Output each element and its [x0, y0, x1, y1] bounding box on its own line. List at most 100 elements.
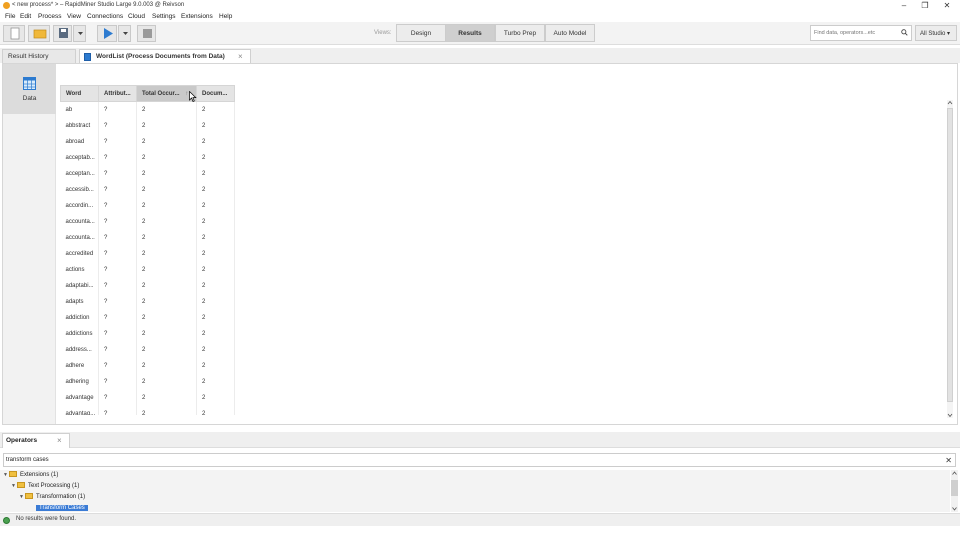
table-row[interactable]: adhere? 2 2	[60, 357, 235, 374]
tree-node-text-processing[interactable]: ▼ Text Processing (1)	[11, 481, 79, 492]
column-header-total-occurrences[interactable]: Total Occur... ↑	[136, 85, 197, 102]
table-row[interactable]: acceptab...? 2 2	[60, 149, 235, 166]
cell-document-occurrences: 2	[196, 213, 235, 230]
scroll-up-icon[interactable]	[947, 100, 953, 106]
stop-icon	[143, 29, 152, 38]
chevron-down-icon	[123, 32, 128, 35]
close-tab-icon[interactable]: ×	[57, 434, 62, 448]
menu-connections[interactable]: Connections	[87, 13, 123, 20]
menu-settings[interactable]: Settings	[152, 13, 176, 20]
menu-help[interactable]: Help	[219, 13, 232, 20]
scrollbar-thumb[interactable]	[951, 480, 958, 496]
save-process-button[interactable]	[53, 25, 72, 42]
tab-result-history[interactable]: Result History	[2, 49, 76, 63]
tree-node-transformation[interactable]: ▼ Transformation (1)	[19, 492, 85, 503]
table-row[interactable]: accordin...? 2 2	[60, 197, 235, 214]
minimize-button[interactable]: –	[893, 0, 915, 11]
data-view-button[interactable]: Data	[3, 64, 56, 114]
table-row[interactable]: addictions? 2 2	[60, 325, 235, 342]
tab-wordlist[interactable]: WordList (Process Documents from Data) ×	[79, 49, 251, 63]
table-row[interactable]: acceptan...? 2 2	[60, 165, 235, 182]
run-options-dropdown[interactable]	[118, 25, 131, 42]
cell-document-occurrences: 2	[196, 149, 235, 166]
cell-word: addictions	[60, 325, 99, 342]
table-row[interactable]: address...? 2 2	[60, 341, 235, 358]
cell-word: accounta...	[60, 229, 99, 246]
menu-edit[interactable]: Edit	[20, 13, 31, 20]
table-row[interactable]: advantag...? 2 2	[60, 405, 235, 415]
cell-word: ab	[60, 101, 99, 118]
tree-node-transform-cases[interactable]: Transform Cases	[36, 503, 88, 512]
menu-process[interactable]: Process	[38, 13, 61, 20]
menu-extensions[interactable]: Extensions	[181, 13, 213, 20]
rapidminer-logo-icon	[3, 2, 10, 9]
menu-view[interactable]: View	[67, 13, 81, 20]
column-header-word[interactable]: Word	[60, 85, 99, 102]
operator-search-input[interactable]	[4, 454, 904, 466]
stop-process-button[interactable]	[137, 25, 156, 42]
tree-node-extensions[interactable]: ▼ Extensions (1)	[3, 470, 58, 481]
save-icon	[59, 28, 68, 38]
table-row[interactable]: addiction? 2 2	[60, 309, 235, 326]
cell-total-occurrences: 2	[136, 165, 197, 182]
table-row[interactable]: adapts? 2 2	[60, 293, 235, 310]
cell-word: advantage	[60, 389, 99, 406]
column-header-attribute[interactable]: Attribut...	[98, 85, 137, 102]
cell-document-occurrences: 2	[196, 389, 235, 406]
cell-word: advantag...	[60, 405, 99, 415]
maximize-button[interactable]: ❐	[914, 0, 936, 11]
table-icon	[84, 53, 91, 61]
cell-document-occurrences: 2	[196, 373, 235, 390]
table-header-row: Word Attribut... Total Occur... ↑ Docum.…	[60, 85, 235, 102]
cell-attribute: ?	[98, 197, 137, 214]
open-process-button[interactable]	[28, 25, 50, 42]
cell-word: adaptabi...	[60, 277, 99, 294]
global-search-input[interactable]	[811, 26, 896, 40]
cell-word: abbstract	[60, 117, 99, 134]
table-vertical-scrollbar[interactable]	[947, 100, 953, 418]
table-row[interactable]: ab? 2 2	[60, 101, 235, 118]
cell-total-occurrences: 2	[136, 213, 197, 230]
scrollbar-thumb[interactable]	[947, 108, 953, 402]
operator-tree: ▼ Extensions (1) ▼ Text Processing (1) ▼ Tr…	[0, 470, 950, 512]
column-header-document-occurrences[interactable]: Docum...	[196, 85, 235, 102]
search-scope-dropdown[interactable]: All Studio ▾	[915, 25, 957, 41]
cell-total-occurrences: 2	[136, 117, 197, 134]
cell-attribute: ?	[98, 213, 137, 230]
cell-document-occurrences: 2	[196, 341, 235, 358]
close-tab-icon[interactable]: ×	[238, 50, 243, 63]
clear-search-icon[interactable]: ✕	[945, 455, 952, 466]
cell-attribute: ?	[98, 101, 137, 118]
view-tab-design[interactable]: Design	[396, 24, 446, 42]
menu-cloud[interactable]: Cloud	[128, 13, 145, 20]
scroll-down-icon[interactable]	[951, 505, 958, 512]
menu-file[interactable]: File	[5, 13, 15, 20]
table-row[interactable]: accredited? 2 2	[60, 245, 235, 262]
run-process-button[interactable]	[97, 25, 117, 42]
scroll-down-icon[interactable]	[947, 412, 953, 418]
view-tab-results[interactable]: Results	[445, 24, 495, 42]
cell-total-occurrences: 2	[136, 309, 197, 326]
save-options-dropdown[interactable]	[73, 25, 86, 42]
new-process-button[interactable]	[3, 25, 25, 42]
table-row[interactable]: advantage? 2 2	[60, 389, 235, 406]
table-row[interactable]: accounta...? 2 2	[60, 213, 235, 230]
search-icon[interactable]	[901, 29, 908, 36]
table-row[interactable]: accessib...? 2 2	[60, 181, 235, 198]
table-row[interactable]: accounta...? 2 2	[60, 229, 235, 246]
close-window-button[interactable]: ✕	[936, 0, 958, 11]
tab-operators[interactable]: Operators ×	[2, 433, 70, 448]
table-row[interactable]: adaptabi...? 2 2	[60, 277, 235, 294]
cell-attribute: ?	[98, 277, 137, 294]
table-row[interactable]: actions? 2 2	[60, 261, 235, 278]
cell-word: addiction	[60, 309, 99, 326]
operator-tree-scrollbar[interactable]	[951, 470, 958, 512]
cell-attribute: ?	[98, 165, 137, 182]
scroll-up-icon[interactable]	[951, 470, 958, 477]
view-tab-turbo-prep[interactable]: Turbo Prep	[495, 24, 545, 42]
table-row[interactable]: abroad? 2 2	[60, 133, 235, 150]
view-tab-auto-model[interactable]: Auto Model	[545, 24, 595, 42]
cell-total-occurrences: 2	[136, 149, 197, 166]
table-row[interactable]: abbstract? 2 2	[60, 117, 235, 134]
table-row[interactable]: adhering? 2 2	[60, 373, 235, 390]
